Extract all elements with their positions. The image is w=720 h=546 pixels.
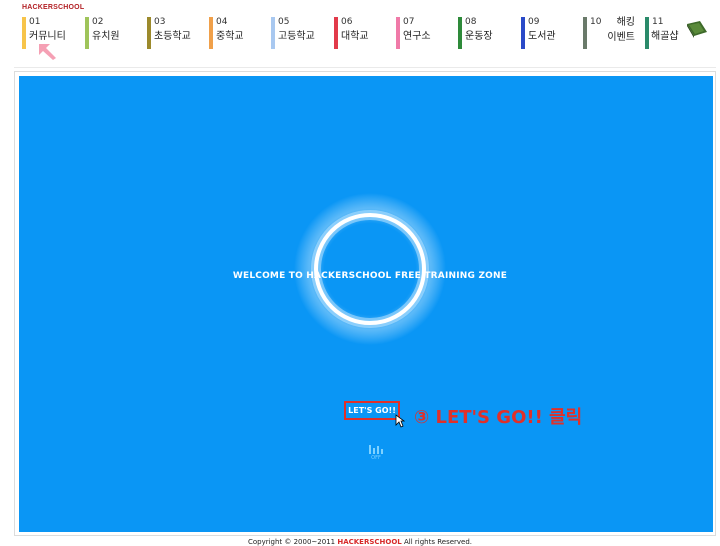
nav-label: 유치원 — [92, 31, 120, 42]
nav-label: 도서관 — [528, 31, 556, 42]
nav-item-playground[interactable]: 08 운동장 — [458, 17, 518, 51]
book-icon[interactable] — [686, 20, 708, 38]
nav-item-hacking-event[interactable]: 10 해킹 이벤트 — [583, 17, 639, 51]
nav-color-bar — [645, 17, 649, 49]
nav-label: 초등학교 — [154, 31, 191, 42]
nav-color-bar — [458, 17, 462, 49]
nav-item-university[interactable]: 06 대학교 — [334, 17, 394, 51]
nav-num: 04 — [216, 17, 228, 27]
nav-item-kindergarten[interactable]: 02 유치원 — [85, 17, 145, 51]
nav-color-bar — [396, 17, 400, 49]
footer: Copyright © 2000~2011 HACKERSCHOOL All r… — [0, 538, 720, 546]
nav-label: 이벤트 — [607, 32, 635, 43]
welcome-message: WELCOME TO HACKERSCHOOL FREE TRAINING ZO… — [232, 271, 508, 281]
nav-num: 11 — [652, 17, 664, 27]
header-divider — [14, 67, 716, 68]
nav-num: 05 — [278, 17, 290, 27]
nav-label: 해골샵 — [651, 31, 679, 42]
nav-color-bar — [209, 17, 213, 49]
rights-text: All rights Reserved. — [404, 538, 473, 546]
nav-color-bar — [583, 17, 587, 49]
nav-num: 09 — [528, 17, 540, 27]
nav-num: 03 — [154, 17, 166, 27]
nav-label: 커뮤니티 — [29, 31, 66, 42]
nav-color-bar — [147, 17, 151, 49]
nav-label: 중학교 — [216, 31, 244, 42]
copyright-text: Copyright © 2000~2011 — [247, 538, 336, 546]
footer-brand: HACKERSCHOOL — [337, 538, 402, 546]
nav-color-bar — [271, 17, 275, 49]
nav-color-bar — [521, 17, 525, 49]
nav-color-bar — [334, 17, 338, 49]
nav-color-bar — [85, 17, 89, 49]
main-nav: 01 커뮤니티 02 유치원 03 초등학교 04 중학교 05 고등학교 06… — [0, 0, 720, 68]
nav-item-high-school[interactable]: 05 고등학교 — [271, 17, 331, 51]
loading-ring-icon — [311, 210, 429, 328]
nav-item-library[interactable]: 09 도서관 — [521, 17, 581, 51]
nav-item-elementary[interactable]: 03 초등학교 — [147, 17, 207, 51]
sound-off-label[interactable]: OFF — [366, 455, 386, 461]
nav-num: 01 — [29, 17, 41, 27]
nav-num: 06 — [341, 17, 353, 27]
nav-color-bar — [22, 17, 26, 49]
nav-label: 대학교 — [341, 31, 369, 42]
mouse-pointer-icon — [395, 414, 405, 428]
nav-label: 운동장 — [465, 31, 493, 42]
nav-item-skull-shop[interactable]: 11 해골샵 — [645, 17, 685, 51]
nav-label: 연구소 — [403, 31, 431, 42]
arrow-up-left-icon — [39, 44, 56, 60]
nav-num: 10 — [590, 17, 602, 27]
nav-label: 고등학교 — [278, 31, 315, 42]
lets-go-button[interactable]: LET'S GO!! — [344, 401, 400, 420]
nav-num: 07 — [403, 17, 415, 27]
nav-num: 08 — [465, 17, 477, 27]
instruction-annotation: ③ LET'S GO!! 클릭 — [414, 407, 583, 428]
nav-item-middle-school[interactable]: 04 중학교 — [209, 17, 269, 51]
nav-num: 02 — [92, 17, 104, 27]
nav-item-lab[interactable]: 07 연구소 — [396, 17, 456, 51]
